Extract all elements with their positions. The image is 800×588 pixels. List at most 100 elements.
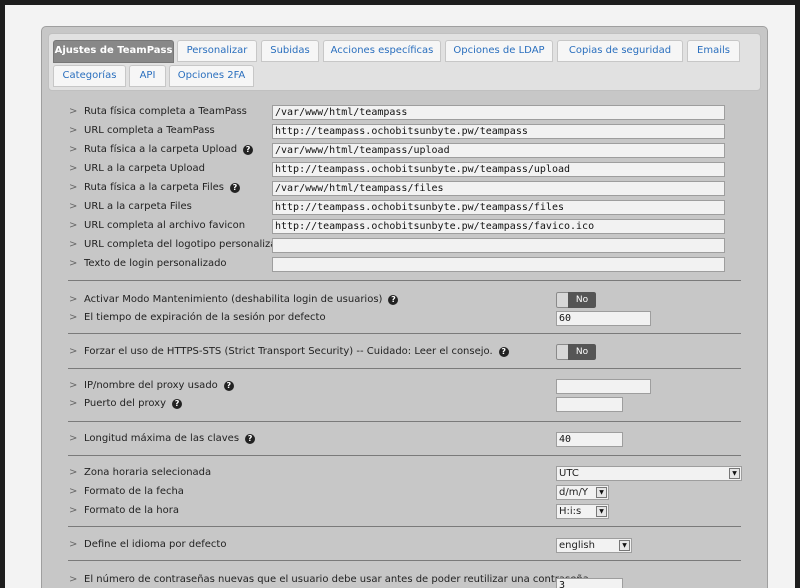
password-reuse-input[interactable]: 3 (556, 578, 623, 588)
setting-label: El tiempo de expiración de la sesión por… (84, 312, 326, 323)
proxy-port-input[interactable] (556, 397, 623, 412)
tab-emails[interactable]: Emails (687, 40, 740, 62)
logo-url-input[interactable] (272, 238, 725, 253)
setting-row: > El número de contraseñas nuevas que el… (42, 572, 767, 588)
time-format-select[interactable]: H:i:s ▼ (556, 504, 609, 519)
select-value: H:i:s (559, 506, 582, 517)
chevron-right-icon: > (69, 486, 78, 497)
chevron-right-icon: > (69, 258, 78, 269)
setting-label: Longitud máxima de las claves? (84, 433, 256, 444)
caret-down-icon: ▼ (596, 506, 607, 517)
caret-down-icon: ▼ (619, 540, 630, 551)
setting-label: Texto de login personalizado (84, 258, 227, 269)
question-circle-icon[interactable]: ? (243, 145, 254, 155)
setting-label: Ruta física completa a TeamPass (84, 106, 247, 117)
setting-row: > Ruta física a la carpeta Upload? /var/… (42, 142, 767, 159)
setting-label: Formato de la fecha (84, 486, 184, 497)
session-timeout-input[interactable]: 60 (556, 311, 651, 326)
setting-row: > El tiempo de expiración de la sesión p… (42, 310, 767, 327)
chevron-right-icon: > (69, 312, 78, 323)
toggle-state: No (568, 292, 596, 308)
tab-bar: Ajustes de TeamPass Personalizar Subidas… (48, 33, 761, 91)
setting-label: Activar Modo Mantenimiento (deshabilita … (84, 294, 399, 305)
setting-row: > Ruta física completa a TeamPass /var/w… (42, 104, 767, 121)
chevron-right-icon: > (69, 539, 78, 550)
date-format-select[interactable]: d/m/Y ▼ (556, 485, 609, 500)
select-value: english (559, 540, 595, 551)
window: Ajustes de TeamPass Personalizar Subidas… (5, 5, 795, 588)
caret-down-icon: ▼ (596, 487, 607, 498)
tab-2fa[interactable]: Opciones 2FA (169, 65, 254, 87)
setting-label-text: Forzar el uso de HTTPS-STS (Strict Trans… (84, 346, 493, 357)
chevron-right-icon: > (69, 201, 78, 212)
setting-label: URL a la carpeta Upload (84, 163, 205, 174)
favicon-url-input[interactable]: http://teampass.ochobitsunbyte.pw/teampa… (272, 219, 725, 234)
divider (68, 333, 741, 334)
setting-label-text: Longitud máxima de las claves (84, 433, 240, 444)
upload-path-input[interactable]: /var/www/html/teampass/upload (272, 143, 725, 158)
tab-categorias[interactable]: Categorías (53, 65, 126, 87)
tab-acciones-especificas[interactable]: Acciones específicas (323, 40, 441, 62)
setting-row: > Formato de la fecha d/m/Y ▼ (42, 484, 767, 501)
tab-personalizar[interactable]: Personalizar (177, 40, 257, 62)
question-circle-icon[interactable]: ? (245, 434, 256, 444)
divider (68, 560, 741, 561)
language-select[interactable]: english ▼ (556, 538, 632, 553)
setting-row: > Longitud máxima de las claves? 40 (42, 431, 767, 448)
setting-label-text: Ruta física a la carpeta Upload (84, 144, 238, 155)
chevron-right-icon: > (69, 574, 78, 585)
question-circle-icon[interactable]: ? (229, 183, 240, 193)
toggle-state: No (568, 344, 596, 360)
question-circle-icon[interactable]: ? (498, 347, 509, 357)
chevron-right-icon: > (69, 346, 78, 357)
chevron-right-icon: > (69, 182, 78, 193)
question-circle-icon[interactable]: ? (172, 399, 183, 409)
pw-length-input[interactable]: 40 (556, 432, 623, 447)
setting-row: > Define el idioma por defecto english ▼ (42, 537, 767, 554)
files-url-input[interactable]: http://teampass.ochobitsunbyte.pw/teampa… (272, 200, 725, 215)
divider (68, 280, 741, 281)
divider (68, 455, 741, 456)
setting-row: > Puerto del proxy? (42, 396, 767, 413)
setting-label: URL a la carpeta Files (84, 201, 192, 212)
setting-label-text: IP/nombre del proxy usado (84, 380, 218, 391)
setting-label: Ruta física a la carpeta Files? (84, 182, 240, 193)
setting-row: > Formato de la hora H:i:s ▼ (42, 503, 767, 520)
setting-label-text: Activar Modo Mantenimiento (deshabilita … (84, 294, 383, 305)
divider (68, 421, 741, 422)
hsts-toggle[interactable]: No (556, 344, 596, 360)
chevron-right-icon: > (69, 106, 78, 117)
question-circle-icon[interactable]: ? (223, 381, 234, 391)
setting-label: URL completa a TeamPass (84, 125, 215, 136)
tab-ldap[interactable]: Opciones de LDAP (445, 40, 553, 62)
tab-subidas[interactable]: Subidas (261, 40, 319, 62)
setting-row: > Texto de login personalizado (42, 256, 767, 273)
files-path-input[interactable]: /var/www/html/teampass/files (272, 181, 725, 196)
teampass-url-input[interactable]: http://teampass.ochobitsunbyte.pw/teampa… (272, 124, 725, 139)
chevron-right-icon: > (69, 220, 78, 231)
tab-ajustes[interactable]: Ajustes de TeamPass (53, 40, 174, 63)
setting-row: > URL completa del logotipo personalizad… (42, 237, 767, 254)
login-text-input[interactable] (272, 257, 725, 272)
setting-label: URL completa al archivo favicon (84, 220, 246, 231)
setting-row: > Zona horaria selecionada UTC ▼ (42, 465, 767, 482)
teampass-path-input[interactable]: /var/www/html/teampass (272, 105, 725, 120)
setting-row: > Ruta física a la carpeta Files? /var/w… (42, 180, 767, 197)
tab-copias-seguridad[interactable]: Copias de seguridad (557, 40, 683, 62)
setting-label: Zona horaria selecionada (84, 467, 212, 478)
maintenance-toggle[interactable]: No (556, 292, 596, 308)
tab-api[interactable]: API (129, 65, 166, 87)
setting-label: Ruta física a la carpeta Upload? (84, 144, 254, 155)
divider (68, 368, 741, 369)
upload-url-input[interactable]: http://teampass.ochobitsunbyte.pw/teampa… (272, 162, 725, 177)
timezone-select[interactable]: UTC ▼ (556, 466, 742, 481)
chevron-right-icon: > (69, 380, 78, 391)
proxy-ip-input[interactable] (556, 379, 651, 394)
question-circle-icon[interactable]: ? (388, 295, 399, 305)
select-value: d/m/Y (559, 487, 588, 498)
setting-label-text: Puerto del proxy (84, 398, 167, 409)
chevron-right-icon: > (69, 144, 78, 155)
setting-label: Formato de la hora (84, 505, 179, 516)
select-value: UTC (559, 468, 579, 479)
setting-label-text: Ruta física a la carpeta Files (84, 182, 224, 193)
